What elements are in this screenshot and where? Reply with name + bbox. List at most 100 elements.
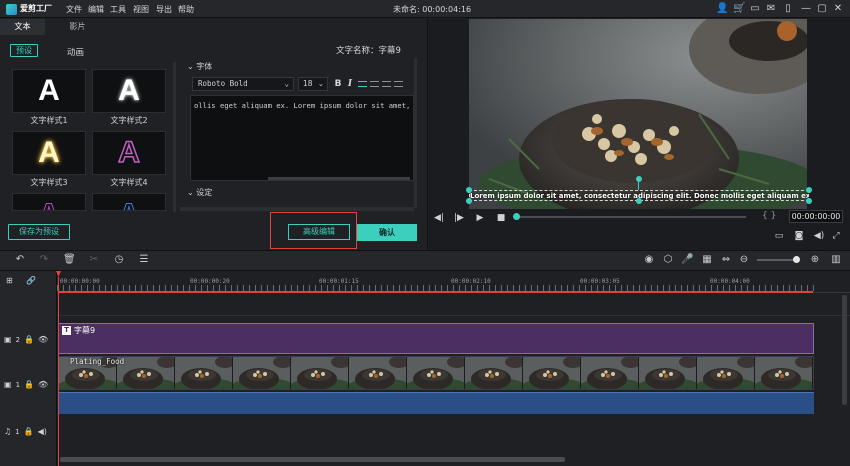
- microphone-icon[interactable]: 🎤: [681, 254, 693, 266]
- display-settings-icon[interactable]: ▭: [773, 231, 785, 241]
- text-horizontal-scrollbar[interactable]: [268, 177, 410, 180]
- style-tile-5[interactable]: A: [12, 193, 86, 211]
- editor-vertical-scrollbar[interactable]: [414, 58, 417, 208]
- align-justify-icon[interactable]: [394, 81, 403, 87]
- mark-in-out-icon[interactable]: { }: [762, 211, 776, 221]
- style-preview-letter: A: [38, 74, 60, 107]
- eye-icon[interactable]: 👁: [38, 380, 48, 389]
- font-size-select[interactable]: 18 ⌄: [298, 77, 328, 91]
- font-section-header[interactable]: ⌄ 字体: [187, 61, 212, 72]
- tab-movie[interactable]: 影片: [55, 19, 100, 35]
- subtitle-text-input[interactable]: ollis eget aliquam ex. Lorem ipsum dolor…: [190, 95, 414, 181]
- text-name-label: 文字名称：字幕9: [336, 46, 401, 56]
- align-right-icon[interactable]: [382, 81, 391, 87]
- subtab-animation[interactable]: 动画: [67, 46, 84, 58]
- settings-section-header[interactable]: ⌄ 设定: [187, 187, 212, 198]
- menu-file[interactable]: 文件: [66, 4, 82, 15]
- lock-icon[interactable]: 🔒: [24, 427, 34, 436]
- save-preset-button[interactable]: 保存为预设: [8, 224, 70, 240]
- undo-icon[interactable]: ↶: [14, 254, 26, 266]
- playback-progress-track[interactable]: [518, 216, 746, 218]
- zoom-in-icon[interactable]: ⊕: [809, 254, 821, 266]
- resize-handle-tr[interactable]: [806, 187, 812, 193]
- volume-icon[interactable]: ◀): [813, 231, 825, 241]
- speed-icon[interactable]: ◷: [113, 254, 125, 266]
- resize-handle-tl[interactable]: [466, 187, 472, 193]
- highlight-annotation-box: [270, 212, 357, 249]
- subtab-preset[interactable]: 预设: [10, 44, 38, 57]
- menu-export[interactable]: 导出: [156, 4, 172, 15]
- align-left-icon[interactable]: [358, 81, 367, 87]
- phone-icon[interactable]: ▯: [782, 3, 794, 15]
- style-preview-letter: A: [38, 198, 61, 211]
- tab-text[interactable]: 文本: [0, 19, 45, 35]
- play-icon[interactable]: ▶: [475, 212, 485, 224]
- register-icon[interactable]: ▭: [749, 3, 761, 15]
- chevron-down-icon: ⌄: [187, 62, 197, 71]
- style-tile-2[interactable]: A: [92, 69, 166, 113]
- eye-icon[interactable]: 👁: [38, 335, 48, 344]
- speaker-icon[interactable]: ◀): [38, 427, 47, 436]
- font-section-label: 字体: [196, 62, 213, 71]
- cart-icon[interactable]: 🛒: [733, 3, 745, 15]
- maximize-icon[interactable]: ▢: [816, 3, 828, 15]
- audio-mixer-icon[interactable]: ▦: [701, 254, 713, 266]
- marker-icon[interactable]: ⬡: [662, 254, 674, 266]
- previous-frame-icon[interactable]: ◀|: [434, 212, 444, 224]
- next-frame-icon[interactable]: |▶: [454, 212, 464, 224]
- lock-icon[interactable]: 🔒: [24, 335, 34, 344]
- playback-progress-knob[interactable]: [513, 213, 520, 220]
- timeline-vertical-scrollbar[interactable]: [842, 295, 847, 405]
- video-clip[interactable]: [58, 356, 814, 390]
- zoom-out-icon[interactable]: ⊖: [738, 254, 750, 266]
- menu-view[interactable]: 视图: [133, 4, 149, 15]
- account-icon[interactable]: 👤: [716, 3, 728, 15]
- align-center-icon[interactable]: [370, 81, 379, 87]
- track-number: 2: [15, 335, 21, 344]
- style-tile-4[interactable]: A: [92, 131, 166, 175]
- menu-tools[interactable]: 工具: [110, 4, 126, 15]
- render-icon[interactable]: ◉: [643, 254, 655, 266]
- style-list-scrollbar[interactable]: [173, 62, 176, 212]
- split-screen-icon[interactable]: ⇔: [720, 254, 732, 266]
- video-thumbnail-frame: [117, 357, 175, 389]
- snapshot-icon[interactable]: ◙: [793, 231, 805, 241]
- menu-help[interactable]: 帮助: [178, 4, 194, 15]
- italic-button[interactable]: I: [345, 78, 355, 90]
- confirm-button[interactable]: 确认: [357, 224, 417, 241]
- close-icon[interactable]: ✕: [832, 3, 844, 15]
- redo-icon[interactable]: ↷: [38, 254, 50, 266]
- fullscreen-icon[interactable]: ⤢: [830, 231, 842, 241]
- style-preview-letter: A: [38, 136, 60, 169]
- subtitle-clip[interactable]: [58, 323, 814, 354]
- cut-icon[interactable]: ✂: [88, 254, 100, 266]
- resize-handle-bl[interactable]: [466, 198, 472, 204]
- zoom-slider-knob[interactable]: [793, 256, 800, 263]
- adjust-icon[interactable]: ☰: [138, 254, 150, 266]
- bold-button[interactable]: B: [333, 78, 343, 90]
- video-audio-track[interactable]: [58, 392, 814, 414]
- menu-edit[interactable]: 编辑: [88, 4, 104, 15]
- style-tile-3[interactable]: A: [12, 131, 86, 175]
- delete-icon[interactable]: 🗑: [63, 254, 76, 266]
- editor-horizontal-scrollbar[interactable]: [180, 207, 414, 211]
- rotate-handle[interactable]: [636, 176, 642, 182]
- lock-icon[interactable]: 🔒: [24, 380, 34, 389]
- link-icon[interactable]: 🔗: [26, 276, 36, 285]
- timeline-horizontal-scrollbar[interactable]: [60, 457, 565, 462]
- style-tile-6[interactable]: A: [92, 193, 166, 211]
- grid-view-icon[interactable]: ▥: [830, 254, 842, 266]
- stop-icon[interactable]: ■: [496, 212, 506, 224]
- feedback-icon[interactable]: ✉: [765, 3, 777, 15]
- video-thumbnail-frame: [755, 357, 813, 389]
- work-area-range[interactable]: [59, 291, 813, 293]
- chevron-down-icon: ⌄: [187, 188, 197, 197]
- font-family-select[interactable]: Roboto Bold ⌄: [192, 77, 294, 91]
- ruler-label: 00:00:03:05: [580, 278, 620, 285]
- add-track-icon[interactable]: ⊞: [6, 276, 13, 285]
- style-tile-1[interactable]: A: [12, 69, 86, 113]
- resize-handle-bottom[interactable]: [636, 198, 642, 204]
- video-thumbnail-frame: [639, 357, 697, 389]
- minimize-icon[interactable]: —: [800, 3, 812, 15]
- resize-handle-br[interactable]: [806, 198, 812, 204]
